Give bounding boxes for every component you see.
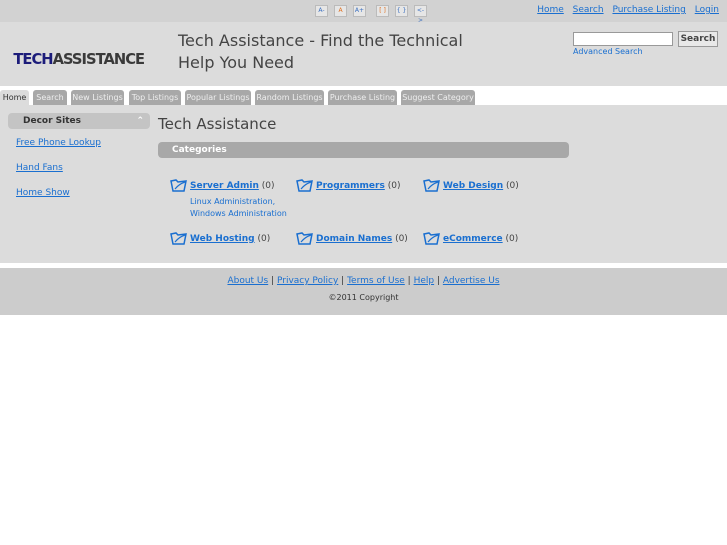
folder-icon [296, 179, 313, 192]
category-count: (0) [395, 234, 408, 244]
category-programmers: Programmers (0) [296, 179, 401, 192]
site-logo[interactable]: TECHASSISTANCE [13, 50, 146, 68]
search-input[interactable] [573, 32, 673, 46]
tab-purchase-listing[interactable]: Purchase Listing [328, 90, 397, 105]
font-increase-button[interactable]: A+ [353, 5, 366, 17]
logo-part2: ASSISTANCE [52, 50, 146, 68]
sidebar-title: Decor Sites [23, 116, 81, 126]
footer-link-privacy-policy[interactable]: Privacy Policy [277, 276, 338, 286]
folder-icon [296, 232, 313, 245]
folder-icon [170, 179, 187, 192]
category-count: (0) [505, 234, 519, 244]
width-narrow-button[interactable]: [ ] [376, 5, 389, 17]
category-ecommerce: eCommerce (0) [423, 232, 519, 245]
search-button[interactable]: Search [678, 31, 718, 47]
tab-suggest-category[interactable]: Suggest Category [401, 90, 475, 105]
logo-part1: TECH [13, 50, 53, 68]
top-links: Home Search Purchase Listing Login [531, 5, 719, 15]
tab-popular-listings[interactable]: Popular Listings [185, 90, 251, 105]
main-content: Decor Sites ⌃ Free Phone Lookup Hand Fans… [0, 105, 727, 263]
folder-icon [423, 179, 440, 192]
tab-new-listings[interactable]: New Listings [71, 90, 124, 105]
footer-link-terms-of-use[interactable]: Terms of Use [347, 276, 405, 286]
footer-links: About Us | Privacy Policy | Terms of Use… [227, 276, 500, 286]
width-wide-button[interactable]: <-> [414, 5, 427, 24]
site-tagline: Tech Assistance - Find the Technical Hel… [178, 31, 463, 72]
category-count: (0) [387, 181, 401, 191]
footer-link-about-us[interactable]: About Us [227, 276, 268, 286]
font-decrease-button[interactable]: A- [315, 5, 328, 17]
tab-top-listings[interactable]: Top Listings [129, 90, 181, 105]
category-link[interactable]: Web Design [443, 181, 503, 191]
footer-link-advertise-us[interactable]: Advertise Us [443, 276, 500, 286]
sidebar-link-hand-fans[interactable]: Hand Fans [16, 163, 63, 173]
sidebar-link-home-show[interactable]: Home Show [16, 188, 70, 198]
page-title: Tech Assistance [158, 115, 277, 133]
category-link[interactable]: Domain Names [316, 234, 392, 244]
sidebar-header[interactable]: Decor Sites ⌃ [8, 113, 150, 129]
category-count: (0) [506, 181, 519, 191]
category-server-admin: Server Admin (0) [170, 179, 275, 192]
advanced-search-link[interactable]: Advanced Search [573, 47, 643, 56]
subcategory-windows-administration[interactable]: Windows Administration [190, 207, 287, 220]
category-link[interactable]: Programmers [316, 181, 385, 191]
categories-header: Categories [158, 142, 569, 158]
category-count: (0) [257, 234, 271, 244]
category-link[interactable]: Server Admin [190, 181, 259, 191]
top-link-login[interactable]: Login [695, 5, 719, 15]
footer: About Us | Privacy Policy | Terms of Use… [0, 268, 727, 315]
top-link-purchase-listing[interactable]: Purchase Listing [612, 5, 685, 15]
category-count: (0) [261, 181, 275, 191]
top-link-search[interactable]: Search [573, 5, 604, 15]
font-normal-button[interactable]: A [334, 5, 347, 17]
tab-home[interactable]: Home [0, 90, 29, 105]
category-link[interactable]: eCommerce [443, 234, 503, 244]
category-domain-names: Domain Names (0) [296, 232, 408, 245]
category-web-hosting: Web Hosting (0) [170, 232, 271, 245]
folder-icon [423, 232, 440, 245]
copyright: ©2011 Copyright [328, 293, 399, 302]
width-medium-button[interactable]: { } [395, 5, 408, 17]
tab-random-listings[interactable]: Random Listings [255, 90, 324, 105]
category-link[interactable]: Web Hosting [190, 234, 255, 244]
top-link-home[interactable]: Home [537, 5, 564, 15]
top-bar: A- A A+ [ ] { } <-> Home Search Purchase… [0, 0, 727, 24]
nav-tabs: Home Search New Listings Top Listings Po… [0, 90, 727, 105]
category-web-design: Web Design (0) [423, 179, 519, 192]
sidebar-link-free-phone-lookup[interactable]: Free Phone Lookup [16, 138, 101, 148]
tab-search[interactable]: Search [33, 90, 67, 105]
collapse-icon[interactable]: ⌃ [136, 113, 144, 129]
folder-icon [170, 232, 187, 245]
footer-link-help[interactable]: Help [414, 276, 435, 286]
header: TECHASSISTANCE Tech Assistance - Find th… [0, 22, 727, 86]
